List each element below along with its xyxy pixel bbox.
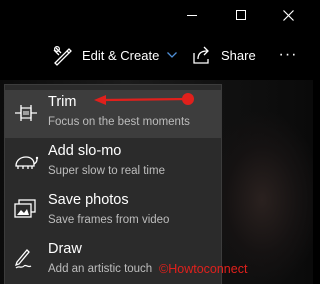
menu-item-title: Draw [48,241,82,257]
share-label: Share [221,47,256,63]
menu-item-subtitle: Add an artistic touch [48,263,153,275]
menu-item-slo-mo[interactable]: Add slo-mo Super slow to real time [5,139,221,187]
minimize-button[interactable] [170,0,214,30]
close-button[interactable] [266,0,310,30]
draw-icon [14,249,32,269]
photos-app-window: Edit & Create Share ··· Trim Focus on th… [0,0,313,284]
menu-item-trim[interactable]: Trim Focus on the best moments [5,90,221,138]
minimize-icon [187,14,197,16]
menu-item-title: Add slo-mo [48,143,122,159]
edit-create-menu: Trim Focus on the best moments Add slo-m… [4,84,222,284]
menu-item-subtitle: Super slow to real time [48,165,165,177]
chevron-down-icon [167,52,178,58]
edit-create-icon [53,45,72,66]
edit-create-button[interactable]: Edit & Create [52,38,178,72]
top-toolbar: Edit & Create Share ··· [0,38,313,72]
menu-item-draw[interactable]: Draw Add an artistic touch [5,237,221,284]
maximize-button[interactable] [219,0,263,30]
menu-item-title: Trim [48,94,77,110]
trim-icon [15,105,37,121]
share-icon [193,46,209,64]
menu-item-title: Save photos [48,192,129,208]
watermark: ©Howtoconnect [159,262,248,276]
menu-item-subtitle: Focus on the best moments [48,116,190,128]
maximize-icon [236,10,246,20]
share-button[interactable]: Share [192,38,256,72]
menu-item-save-photos[interactable]: Save photos Save frames from video [5,188,221,236]
edit-create-label: Edit & Create [82,47,160,63]
save-photos-icon [14,199,36,218]
more-icon: ··· [278,46,298,63]
slo-mo-icon [15,156,39,169]
more-options-button[interactable]: ··· [274,38,302,72]
close-icon [282,9,294,21]
menu-item-subtitle: Save frames from video [48,214,170,226]
